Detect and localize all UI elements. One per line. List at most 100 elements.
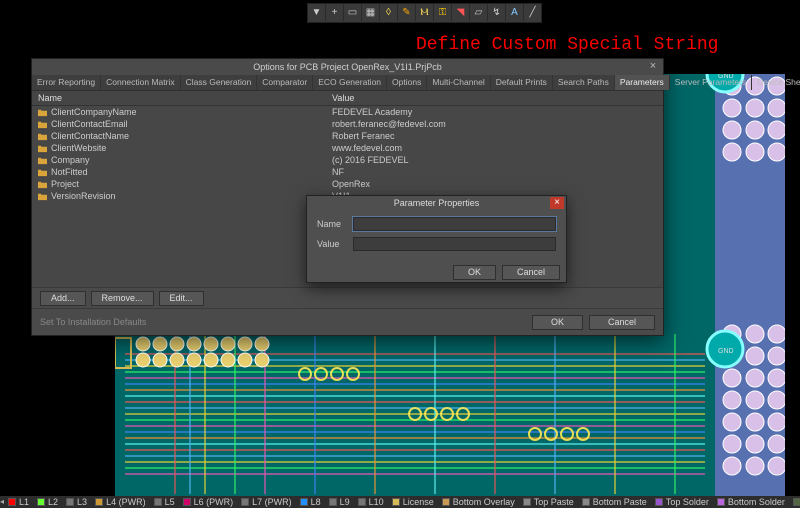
key-icon[interactable]: ⚿ <box>434 4 452 21</box>
layer-label: Top Paste <box>534 497 574 507</box>
layer-swatch <box>793 498 800 506</box>
set-defaults-link[interactable]: Set To Installation Defaults <box>40 317 146 327</box>
layer-tab[interactable]: L9 <box>325 497 354 507</box>
folder-icon <box>38 180 47 189</box>
layer-tab[interactable]: L10 <box>354 497 388 507</box>
folder-icon <box>38 156 47 165</box>
layer-label: L9 <box>340 497 350 507</box>
tab-multi-channel[interactable]: Multi-Channel <box>427 75 490 90</box>
tab-server-parameters[interactable]: Server Parameters <box>670 75 752 90</box>
param-name: ClientCompanyName <box>51 106 137 118</box>
dialog-tabs: Error Reporting Connection Matrix Class … <box>32 75 663 91</box>
layer-tab[interactable]: L3 <box>62 497 91 507</box>
wizard-icon[interactable]: ◊ <box>380 4 398 21</box>
wrench-icon[interactable]: Ⲙ <box>416 4 434 21</box>
add-button[interactable]: Add... <box>40 291 86 306</box>
table-row[interactable]: NotFittedNF <box>32 166 663 178</box>
filter-icon[interactable]: ▼ <box>308 4 326 21</box>
layer-swatch <box>523 498 531 506</box>
param-name: ClientContactName <box>51 130 129 142</box>
close-icon[interactable]: × <box>647 61 659 73</box>
layer-tab[interactable]: L8 <box>296 497 325 507</box>
layer-tab[interactable]: Bottom Paste <box>578 497 651 507</box>
layer-label: Bottom Solder <box>728 497 785 507</box>
layer-label: Top Solder <box>666 497 709 507</box>
layer-label: L5 <box>165 497 175 507</box>
layer-label: L2 <box>48 497 58 507</box>
name-input[interactable] <box>353 217 556 231</box>
edit-button[interactable]: Edit... <box>159 291 204 306</box>
layer-tab-bar[interactable]: ◂ L1L2L3L4 (PWR)L5L6 (PWR)L7 (PWR)L8L9L1… <box>0 496 800 508</box>
grid-action-row: Add... Remove... Edit... <box>32 287 663 308</box>
col-value[interactable]: Value <box>328 91 663 105</box>
layer-swatch <box>66 498 74 506</box>
table-row[interactable]: Company(c) 2016 FEDEVEL <box>32 154 663 166</box>
dialog-title-bar[interactable]: Options for PCB Project OpenRex_V1I1.Prj… <box>32 59 663 75</box>
layer-swatch <box>183 498 191 506</box>
subdialog-title: Parameter Properties <box>394 198 480 208</box>
layer-tab[interactable]: L2 <box>33 497 62 507</box>
tab-eco-generation[interactable]: ECO Generation <box>313 75 387 90</box>
tab-device-sheets[interactable]: Device Sheets <box>752 75 800 90</box>
tab-search-paths[interactable]: Search Paths <box>553 75 615 90</box>
param-value: NF <box>328 166 663 178</box>
folder-icon <box>38 144 47 153</box>
table-row[interactable]: ClientWebsitewww.fedevel.com <box>32 142 663 154</box>
layer-label: L6 (PWR) <box>194 497 234 507</box>
cancel-button[interactable]: Cancel <box>589 315 655 330</box>
clip-icon[interactable]: ▭ <box>344 4 362 21</box>
tab-options[interactable]: Options <box>387 75 427 90</box>
table-row[interactable]: ClientContactNameRobert Feranec <box>32 130 663 142</box>
tab-connection-matrix[interactable]: Connection Matrix <box>101 75 181 90</box>
layer-tab[interactable]: License <box>388 497 438 507</box>
layer-swatch <box>300 498 308 506</box>
layer-tab[interactable]: L4 (PWR) <box>91 497 150 507</box>
tab-comparator[interactable]: Comparator <box>257 75 313 90</box>
param-value: OpenRex <box>328 178 663 190</box>
remove-button[interactable]: Remove... <box>91 291 154 306</box>
tab-class-generation[interactable]: Class Generation <box>181 75 258 90</box>
tab-error-reporting[interactable]: Error Reporting <box>32 75 101 90</box>
text-icon[interactable]: A <box>506 4 524 21</box>
layer-tab[interactable]: Top Paste <box>519 497 578 507</box>
layer-label: Bottom Overlay <box>453 497 515 507</box>
col-name[interactable]: Name <box>32 91 328 105</box>
layer-swatch <box>582 498 590 506</box>
folder-icon <box>38 120 47 129</box>
script-icon[interactable]: ✎ <box>398 4 416 21</box>
layer-tab[interactable]: L5 <box>150 497 179 507</box>
layer-label: L7 (PWR) <box>252 497 292 507</box>
arc-icon[interactable]: ↯ <box>488 4 506 21</box>
grid-header: Name Value <box>32 91 663 106</box>
layer-tab[interactable]: Bottom Solder <box>713 497 789 507</box>
layer-tab[interactable]: L7 (PWR) <box>237 497 296 507</box>
subdialog-title-bar[interactable]: Parameter Properties × <box>307 196 566 211</box>
layer-tab[interactable]: L6 (PWR) <box>179 497 238 507</box>
line-icon[interactable]: ╱ <box>524 4 541 21</box>
layer-tab[interactable]: Drill Guide <box>789 497 800 507</box>
layer-tab[interactable]: L1 <box>4 497 33 507</box>
sub-cancel-button[interactable]: Cancel <box>502 265 560 280</box>
table-row[interactable]: ProjectOpenRex <box>32 178 663 190</box>
ruler-icon[interactable]: ▱ <box>470 4 488 21</box>
param-name: ClientWebsite <box>51 142 106 154</box>
layer-tab[interactable]: Top Solder <box>651 497 713 507</box>
layer-label: L1 <box>19 497 29 507</box>
table-row[interactable]: ClientContactEmailrobert.feranec@fedevel… <box>32 118 663 130</box>
close-icon[interactable]: × <box>550 197 564 209</box>
layer-tab[interactable]: Bottom Overlay <box>438 497 519 507</box>
layer-swatch <box>717 498 725 506</box>
tab-parameters[interactable]: Parameters <box>615 75 670 90</box>
value-input[interactable] <box>353 237 556 251</box>
folder-icon <box>38 108 47 117</box>
pin-icon[interactable]: ◥ <box>452 4 470 21</box>
cross-icon[interactable]: + <box>326 4 344 21</box>
sub-ok-button[interactable]: OK <box>453 265 496 280</box>
dialog-title: Options for PCB Project OpenRex_V1I1.Prj… <box>253 62 442 72</box>
layer-swatch <box>655 498 663 506</box>
layer-label: License <box>403 497 434 507</box>
table-row[interactable]: ClientCompanyNameFEDEVEL Academy <box>32 106 663 118</box>
ok-button[interactable]: OK <box>532 315 583 330</box>
chart-icon[interactable]: ▦ <box>362 4 380 21</box>
tab-default-prints[interactable]: Default Prints <box>491 75 553 90</box>
